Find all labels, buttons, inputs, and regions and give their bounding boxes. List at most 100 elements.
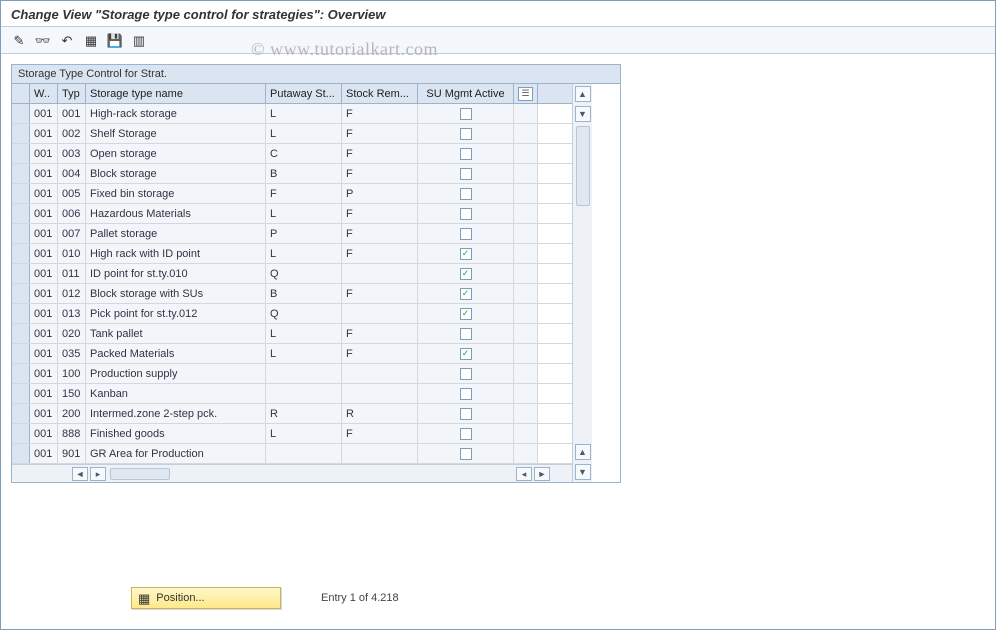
su-checkbox[interactable] bbox=[460, 148, 472, 160]
cell-putaway[interactable] bbox=[266, 444, 342, 463]
su-checkbox[interactable]: ✓ bbox=[460, 308, 472, 320]
cell-putaway[interactable]: Q bbox=[266, 264, 342, 283]
cell-warehouse[interactable]: 001 bbox=[30, 224, 58, 243]
table-settings-icon[interactable]: ☰ bbox=[518, 87, 533, 101]
vertical-scrollbar[interactable]: ▲ ▼ ▲ ▼ bbox=[572, 84, 592, 482]
cell-warehouse[interactable]: 001 bbox=[30, 284, 58, 303]
vscroll-up-button[interactable]: ▲ bbox=[575, 86, 591, 102]
cell-su-mgmt[interactable]: ✓ bbox=[418, 304, 514, 323]
su-checkbox[interactable] bbox=[460, 128, 472, 140]
hscroll-right-step-button[interactable]: ◂ bbox=[516, 467, 532, 481]
row-selector[interactable] bbox=[12, 284, 30, 303]
cell-stock-removal[interactable]: F bbox=[342, 344, 418, 363]
horizontal-scrollbar[interactable]: ◄ ▸ ◂ ► bbox=[12, 464, 572, 482]
cell-stock-removal[interactable]: F bbox=[342, 244, 418, 263]
cell-su-mgmt[interactable]: ✓ bbox=[418, 284, 514, 303]
su-checkbox[interactable] bbox=[460, 448, 472, 460]
cell-storage-type-name[interactable]: Block storage bbox=[86, 164, 266, 183]
cell-su-mgmt[interactable] bbox=[418, 384, 514, 403]
select-all-icon[interactable]: ▦ bbox=[81, 30, 101, 50]
cell-su-mgmt[interactable] bbox=[418, 324, 514, 343]
table-row[interactable]: 001888Finished goodsLF bbox=[12, 424, 572, 444]
cell-su-mgmt[interactable] bbox=[418, 364, 514, 383]
cell-su-mgmt[interactable] bbox=[418, 104, 514, 123]
cell-putaway[interactable]: C bbox=[266, 144, 342, 163]
cell-putaway[interactable]: L bbox=[266, 324, 342, 343]
cell-storage-type-name[interactable]: Open storage bbox=[86, 144, 266, 163]
cell-su-mgmt[interactable] bbox=[418, 404, 514, 423]
row-selector[interactable] bbox=[12, 244, 30, 263]
cell-putaway[interactable] bbox=[266, 364, 342, 383]
col-warehouse[interactable]: W.. bbox=[30, 84, 58, 103]
cell-warehouse[interactable]: 001 bbox=[30, 144, 58, 163]
cell-stock-removal[interactable]: F bbox=[342, 324, 418, 343]
cell-warehouse[interactable]: 001 bbox=[30, 304, 58, 323]
su-checkbox[interactable]: ✓ bbox=[460, 268, 472, 280]
su-checkbox[interactable] bbox=[460, 408, 472, 420]
su-checkbox[interactable] bbox=[460, 328, 472, 340]
row-selector[interactable] bbox=[12, 204, 30, 223]
cell-warehouse[interactable]: 001 bbox=[30, 104, 58, 123]
table-row[interactable]: 001001High-rack storageLF bbox=[12, 104, 572, 124]
cell-storage-type-name[interactable]: ID point for st.ty.010 bbox=[86, 264, 266, 283]
deselect-icon[interactable]: ▥ bbox=[129, 30, 149, 50]
cell-storage-type-name[interactable]: Production supply bbox=[86, 364, 266, 383]
cell-stock-removal[interactable] bbox=[342, 264, 418, 283]
cell-putaway[interactable]: P bbox=[266, 224, 342, 243]
cell-putaway[interactable] bbox=[266, 384, 342, 403]
cell-putaway[interactable]: L bbox=[266, 424, 342, 443]
col-type[interactable]: Typ bbox=[58, 84, 86, 103]
table-row[interactable]: 001007Pallet storagePF bbox=[12, 224, 572, 244]
cell-putaway[interactable]: B bbox=[266, 164, 342, 183]
cell-type[interactable]: 002 bbox=[58, 124, 86, 143]
row-selector[interactable] bbox=[12, 224, 30, 243]
row-selector[interactable] bbox=[12, 444, 30, 463]
cell-su-mgmt[interactable] bbox=[418, 204, 514, 223]
cell-stock-removal[interactable]: F bbox=[342, 104, 418, 123]
cell-type[interactable]: 100 bbox=[58, 364, 86, 383]
cell-putaway[interactable]: Q bbox=[266, 304, 342, 323]
cell-su-mgmt[interactable] bbox=[418, 144, 514, 163]
cell-su-mgmt[interactable] bbox=[418, 184, 514, 203]
cell-warehouse[interactable]: 001 bbox=[30, 384, 58, 403]
cell-type[interactable]: 001 bbox=[58, 104, 86, 123]
col-config[interactable]: ☰ bbox=[514, 84, 538, 103]
cell-warehouse[interactable]: 001 bbox=[30, 404, 58, 423]
cell-putaway[interactable]: F bbox=[266, 184, 342, 203]
cell-type[interactable]: 035 bbox=[58, 344, 86, 363]
table-row[interactable]: 001011ID point for st.ty.010Q✓ bbox=[12, 264, 572, 284]
undo-icon[interactable]: ↶ bbox=[57, 30, 77, 50]
cell-su-mgmt[interactable] bbox=[418, 224, 514, 243]
col-putaway[interactable]: Putaway St... bbox=[266, 84, 342, 103]
cell-stock-removal[interactable]: F bbox=[342, 164, 418, 183]
cell-warehouse[interactable]: 001 bbox=[30, 364, 58, 383]
cell-storage-type-name[interactable]: Hazardous Materials bbox=[86, 204, 266, 223]
table-row[interactable]: 001035Packed MaterialsLF✓ bbox=[12, 344, 572, 364]
cell-type[interactable]: 012 bbox=[58, 284, 86, 303]
cell-stock-removal[interactable]: F bbox=[342, 284, 418, 303]
cell-type[interactable]: 020 bbox=[58, 324, 86, 343]
cell-stock-removal[interactable]: F bbox=[342, 144, 418, 163]
row-selector[interactable] bbox=[12, 184, 30, 203]
cell-su-mgmt[interactable] bbox=[418, 424, 514, 443]
cell-warehouse[interactable]: 001 bbox=[30, 244, 58, 263]
su-checkbox[interactable] bbox=[460, 108, 472, 120]
cell-putaway[interactable]: L bbox=[266, 204, 342, 223]
table-row[interactable]: 001004Block storageBF bbox=[12, 164, 572, 184]
cell-warehouse[interactable]: 001 bbox=[30, 324, 58, 343]
hscroll-left-step-button[interactable]: ▸ bbox=[90, 467, 106, 481]
su-checkbox[interactable]: ✓ bbox=[460, 248, 472, 260]
col-su-mgmt[interactable]: SU Mgmt Active bbox=[418, 84, 514, 103]
hscroll-thumb[interactable] bbox=[110, 468, 170, 480]
su-checkbox[interactable] bbox=[460, 368, 472, 380]
col-storage-type-name[interactable]: Storage type name bbox=[86, 84, 266, 103]
cell-putaway[interactable]: L bbox=[266, 124, 342, 143]
cell-su-mgmt[interactable] bbox=[418, 164, 514, 183]
cell-storage-type-name[interactable]: Intermed.zone 2-step pck. bbox=[86, 404, 266, 423]
row-selector[interactable] bbox=[12, 104, 30, 123]
vscroll-down-step-button[interactable]: ▼ bbox=[575, 106, 591, 122]
cell-stock-removal[interactable] bbox=[342, 384, 418, 403]
cell-warehouse[interactable]: 001 bbox=[30, 344, 58, 363]
glasses-icon[interactable]: 👓 bbox=[33, 30, 53, 50]
cell-storage-type-name[interactable]: Kanban bbox=[86, 384, 266, 403]
